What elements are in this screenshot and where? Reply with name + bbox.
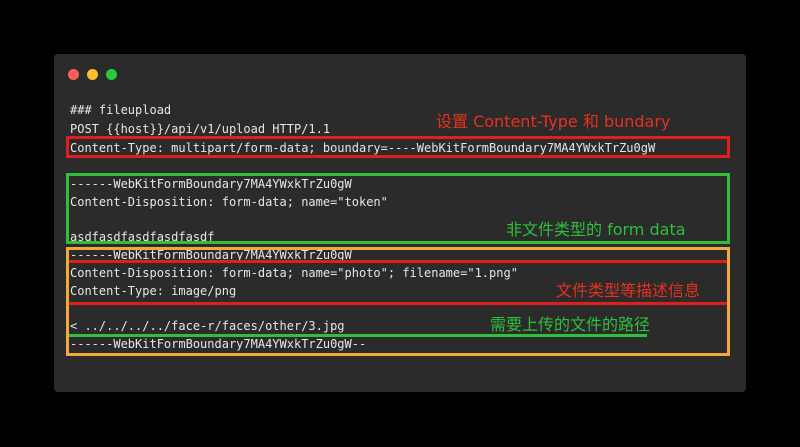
code-line-request: POST {{host}}/api/v1/upload HTTP/1.1 [70,122,331,136]
file-type-underline-bottom [69,302,727,305]
editor-window: ### fileupload POST {{host}}/api/v1/uplo… [54,54,746,392]
close-window-icon[interactable] [68,69,79,80]
content-type-highlight-box [66,136,730,158]
file-path-underline [69,334,647,337]
annotation-file-path: 需要上传的文件的路径 [490,315,651,334]
file-type-underline-top [69,260,727,263]
minimize-window-icon[interactable] [87,69,98,80]
annotation-content-type: 设置 Content-Type 和 bundary [436,112,671,131]
annotation-form-data: 非文件类型的 form data [506,220,686,239]
zoom-window-icon[interactable] [106,69,117,80]
annotation-file-type: 文件类型等描述信息 [556,281,701,300]
code-line-comment: ### fileupload [70,103,172,117]
